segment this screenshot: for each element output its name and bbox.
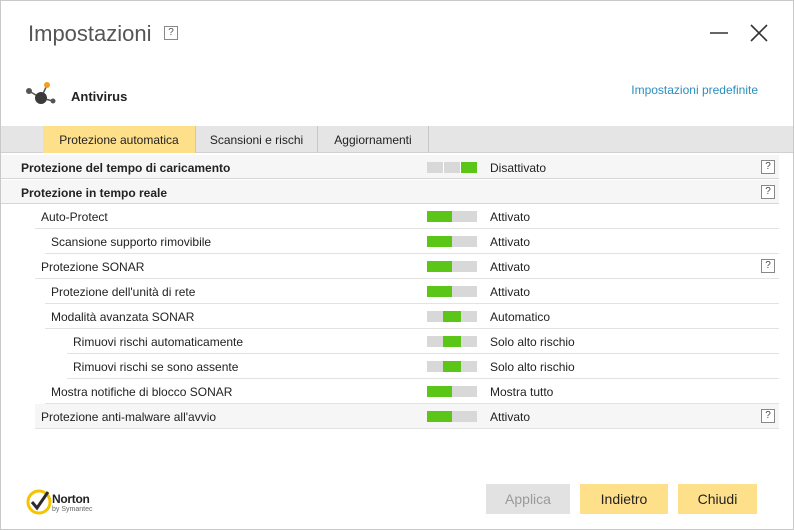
row-value: Attivato	[490, 260, 531, 274]
row-value: Disattivato	[490, 161, 547, 175]
row-value: Automatico	[490, 310, 551, 324]
section-title: Antivirus	[71, 89, 128, 104]
toggle-switch[interactable]	[427, 336, 477, 347]
row-value: Solo alto rischio	[490, 360, 575, 374]
tab-scansioni-e-rischi[interactable]: Scansioni e rischi	[196, 126, 318, 153]
toggle-switch[interactable]	[427, 236, 477, 247]
settings-row-sonar-advanced: Modalità avanzata SONAR Automatico	[45, 304, 779, 329]
row-label: Mostra notifiche di blocco SONAR	[51, 385, 233, 399]
title-help-icon[interactable]: ?	[164, 26, 178, 40]
settings-row-load-time: Protezione del tempo di caricamento Disa…	[1, 154, 779, 179]
row-value: Attivato	[490, 285, 531, 299]
row-value: Attivato	[490, 410, 531, 424]
toggle-switch[interactable]	[427, 411, 477, 422]
row-value: Mostra tutto	[490, 385, 554, 399]
settings-row-sonar: Protezione SONAR Attivato ?	[35, 254, 779, 279]
toggle-switch[interactable]	[427, 162, 477, 173]
close-icon[interactable]	[747, 21, 771, 45]
restore-defaults-link[interactable]: Impostazioni predefinite	[631, 83, 758, 97]
window-title: Impostazioni	[28, 21, 152, 46]
brand-subtitle: by Symantec	[52, 506, 93, 513]
row-label: Rimuovi rischi se sono assente	[73, 360, 239, 374]
row-value: Attivato	[490, 210, 531, 224]
brand-name: Norton	[52, 492, 90, 506]
row-label: Rimuovi rischi automaticamente	[73, 335, 244, 349]
toggle-switch[interactable]	[427, 361, 477, 372]
help-icon[interactable]: ?	[761, 259, 775, 273]
row-label: Scansione supporto rimovibile	[51, 235, 212, 249]
settings-row-auto-protect: Auto-Protect Attivato	[35, 204, 779, 229]
toggle-switch[interactable]	[427, 286, 477, 297]
group-label: Protezione in tempo reale	[21, 186, 168, 200]
tab-bar: Protezione automatica Scansioni e rischi…	[1, 126, 793, 153]
settings-row-early-launch: Protezione anti-malware all'avvio Attiva…	[35, 404, 779, 429]
settings-row-removable-media: Scansione supporto rimovibile Attivato	[45, 229, 779, 254]
close-button[interactable]: Chiudi	[678, 484, 757, 514]
settings-window: Impostazioni ? Antivirus Impostazioni pr…	[0, 0, 794, 530]
row-value: Attivato	[490, 235, 531, 249]
toggle-switch[interactable]	[427, 261, 477, 272]
antivirus-icon	[26, 82, 56, 104]
tab-aggiornamenti[interactable]: Aggiornamenti	[318, 126, 429, 153]
back-button[interactable]: Indietro	[580, 484, 668, 514]
settings-row-remove-auto: Rimuovi rischi automaticamente Solo alto…	[67, 329, 779, 354]
row-label: Protezione anti-malware all'avvio	[41, 410, 217, 424]
apply-button[interactable]: Applica	[486, 484, 570, 514]
toggle-switch[interactable]	[427, 311, 477, 322]
toggle-switch[interactable]	[427, 211, 477, 222]
help-icon[interactable]: ?	[761, 409, 775, 423]
row-value: Solo alto rischio	[490, 335, 575, 349]
row-label: Protezione dell'unità di rete	[51, 285, 196, 299]
help-icon[interactable]: ?	[761, 185, 775, 199]
tab-protezione-automatica[interactable]: Protezione automatica	[43, 126, 196, 153]
settings-row-network-drive: Protezione dell'unità di rete Attivato	[45, 279, 779, 304]
row-label: Protezione del tempo di caricamento	[21, 161, 231, 175]
settings-row-remove-away: Rimuovi rischi se sono assente Solo alto…	[67, 354, 779, 379]
settings-group-realtime: Protezione in tempo reale ?	[1, 179, 779, 204]
help-icon[interactable]: ?	[761, 160, 775, 174]
row-label: Auto-Protect	[41, 210, 108, 224]
row-label: Protezione SONAR	[41, 260, 145, 274]
minimize-icon[interactable]	[707, 21, 731, 45]
row-label: Modalità avanzata SONAR	[51, 310, 195, 324]
settings-row-sonar-notifications: Mostra notifiche di blocco SONAR Mostra …	[45, 379, 779, 404]
toggle-switch[interactable]	[427, 386, 477, 397]
